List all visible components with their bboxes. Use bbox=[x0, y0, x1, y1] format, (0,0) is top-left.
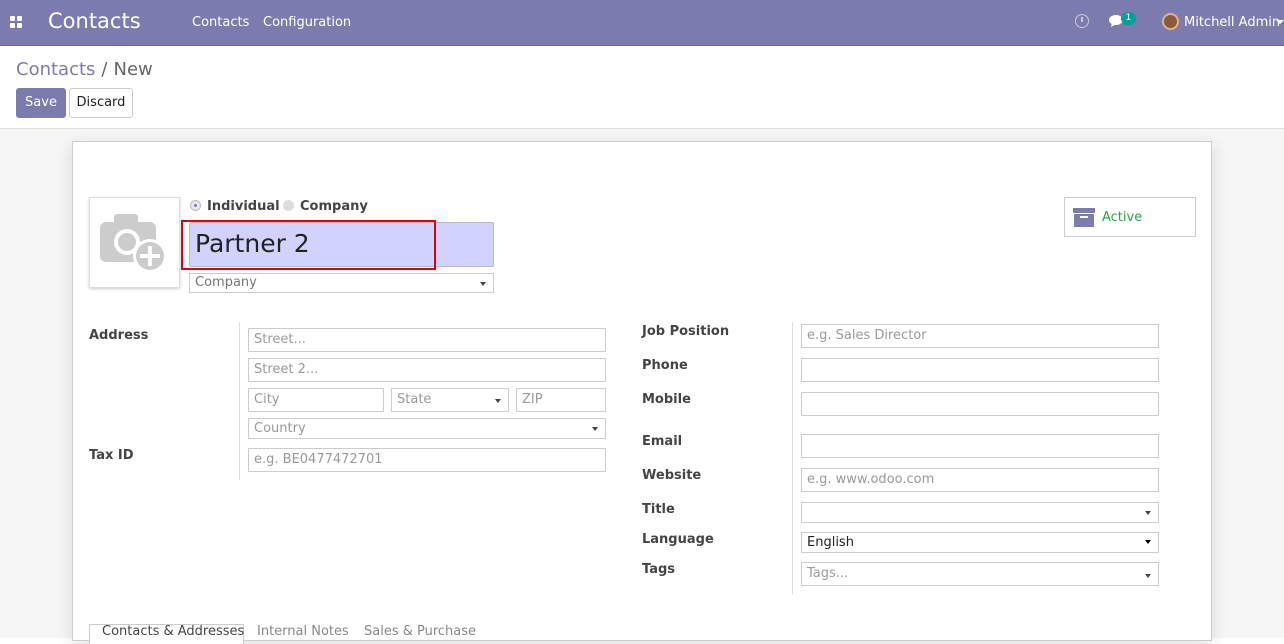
mobile-input[interactable] bbox=[801, 392, 1159, 416]
tab-internal-notes[interactable]: Internal Notes bbox=[257, 624, 349, 639]
notification-badge: 1 bbox=[1121, 12, 1136, 25]
activity-clock-icon[interactable] bbox=[1075, 14, 1089, 28]
street2-input[interactable]: Street 2... bbox=[248, 358, 606, 382]
radio-company[interactable]: Company bbox=[283, 199, 368, 214]
discard-button[interactable]: Discard bbox=[69, 88, 133, 118]
avatar-upload[interactable] bbox=[89, 197, 180, 288]
zip-input[interactable]: ZIP bbox=[516, 388, 606, 412]
tags-placeholder: Tags... bbox=[807, 566, 849, 581]
state-select[interactable]: State bbox=[391, 388, 509, 412]
active-label: Active bbox=[1102, 210, 1143, 225]
caret-down-icon bbox=[480, 282, 486, 286]
language-select[interactable]: English bbox=[801, 532, 1159, 553]
job-position-label: Job Position bbox=[642, 324, 730, 339]
caret-down-icon bbox=[495, 399, 501, 403]
phone-label: Phone bbox=[642, 358, 688, 373]
tax-id-input[interactable]: e.g. BE0477472701 bbox=[248, 448, 606, 472]
website-input[interactable]: e.g. www.odoo.com bbox=[801, 468, 1159, 492]
tags-input[interactable]: Tags... bbox=[801, 562, 1159, 586]
state-placeholder: State bbox=[397, 392, 432, 407]
email-label: Email bbox=[642, 434, 683, 449]
caret-down-icon bbox=[1145, 511, 1151, 515]
tab-contacts-addresses-label[interactable]: Contacts & Addresses bbox=[102, 624, 244, 639]
website-label: Website bbox=[642, 468, 702, 483]
title-label: Title bbox=[642, 502, 675, 517]
city-input[interactable]: City bbox=[248, 388, 384, 412]
radio-unselected-icon[interactable] bbox=[283, 200, 294, 211]
apps-menu-icon[interactable] bbox=[10, 16, 22, 28]
caret-down-icon bbox=[1145, 574, 1151, 578]
breadcrumb-contacts[interactable]: Contacts bbox=[16, 59, 95, 80]
radio-individual-label: Individual bbox=[207, 199, 280, 214]
breadcrumb-separator: / bbox=[101, 59, 108, 80]
language-value: English bbox=[807, 535, 854, 550]
caret-down-icon bbox=[592, 427, 598, 431]
field-divider bbox=[239, 322, 240, 480]
menu-contacts[interactable]: Contacts bbox=[192, 15, 249, 30]
caret-down-icon bbox=[1145, 540, 1151, 544]
address-label: Address bbox=[89, 328, 149, 343]
email-input[interactable] bbox=[801, 434, 1159, 458]
radio-company-label: Company bbox=[300, 199, 368, 214]
menu-configuration[interactable]: Configuration bbox=[263, 15, 351, 30]
radio-selected-icon[interactable] bbox=[190, 200, 201, 211]
country-placeholder: Country bbox=[254, 421, 306, 436]
phone-input[interactable] bbox=[801, 358, 1159, 382]
name-input[interactable]: Partner 2 bbox=[189, 222, 494, 267]
user-menu[interactable]: Mitchell Admin bbox=[1184, 15, 1280, 30]
tab-sales-purchase[interactable]: Sales & Purchase bbox=[364, 624, 476, 639]
company-select[interactable]: Company bbox=[189, 273, 494, 293]
mobile-label: Mobile bbox=[642, 392, 691, 407]
job-position-input[interactable]: e.g. Sales Director bbox=[801, 324, 1159, 348]
country-select[interactable]: Country bbox=[248, 418, 606, 439]
camera-plus-icon bbox=[100, 214, 167, 273]
breadcrumb: Contacts / New bbox=[16, 59, 153, 80]
radio-individual[interactable]: Individual bbox=[190, 199, 280, 214]
app-title: Contacts bbox=[48, 9, 141, 33]
breadcrumb-current: New bbox=[113, 59, 153, 80]
tax-id-label: Tax ID bbox=[89, 448, 134, 463]
chevron-down-icon[interactable] bbox=[1276, 20, 1284, 24]
language-label: Language bbox=[642, 532, 714, 547]
company-select-placeholder: Company bbox=[195, 275, 257, 290]
tags-label: Tags bbox=[642, 562, 676, 577]
archive-icon bbox=[1073, 208, 1095, 227]
title-select[interactable] bbox=[801, 502, 1159, 523]
field-divider bbox=[792, 322, 793, 594]
street-input[interactable]: Street... bbox=[248, 328, 606, 352]
save-button[interactable]: Save bbox=[16, 88, 66, 118]
user-avatar[interactable] bbox=[1162, 13, 1179, 30]
top-navbar: Contacts Contacts Configuration 1 Mitche… bbox=[0, 0, 1284, 46]
